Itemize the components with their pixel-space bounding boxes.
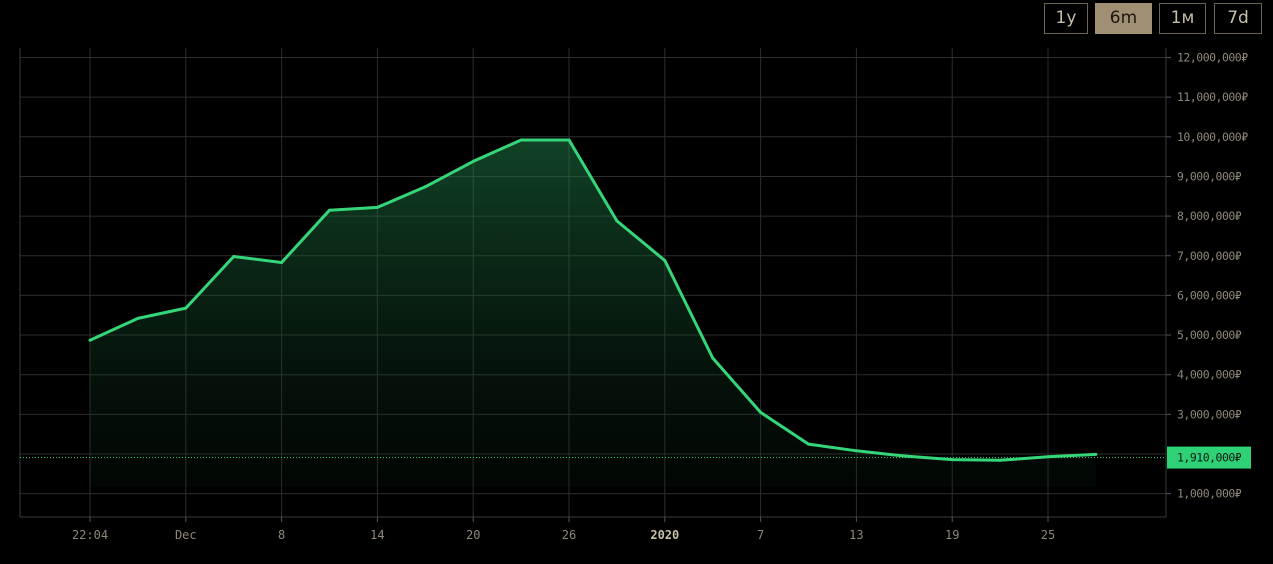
y-tick-label: 12,000,000₽ (1177, 51, 1248, 65)
price-point[interactable] (663, 259, 667, 262)
x-tick-label: Dec (175, 528, 197, 542)
y-tick-label: 3,000,000₽ (1177, 407, 1242, 421)
price-point[interactable] (280, 261, 284, 264)
y-axis-ticks: 1,000,000₽ 3,000,000₽ 4,000,000₽ 5,000,000₽… (1166, 51, 1249, 501)
price-point[interactable] (136, 316, 140, 320)
price-point[interactable] (854, 449, 858, 453)
chart-plot-area[interactable]: 22:04 Dec 8 14 20 26 2020 7 13 19 25 1,000,000₽ 3,0… (0, 0, 1273, 564)
y-tick-label: 1,000,000₽ (1177, 487, 1242, 501)
x-tick-label: 2020 (650, 528, 679, 542)
y-tick-label: 8,000,000₽ (1177, 209, 1242, 223)
x-tick-label: 19 (945, 528, 959, 542)
price-point[interactable] (759, 410, 763, 414)
price-point[interactable] (1094, 452, 1098, 456)
price-point[interactable] (711, 356, 715, 360)
y-tick-label: 4,000,000₽ (1177, 368, 1242, 382)
current-value-label: 1,910,000₽ (1177, 451, 1242, 465)
x-tick-label: 8 (278, 528, 285, 542)
y-tick-label: 7,000,000₽ (1177, 249, 1242, 263)
price-point[interactable] (88, 338, 92, 342)
price-chart: 1y 6m 1м 7d 22:04 Dec 8 14 20 26 2020 7 13 19 25 1… (0, 0, 1273, 564)
price-point[interactable] (567, 138, 571, 142)
x-tick-label: 13 (849, 528, 863, 542)
y-tick-label: 9,000,000₽ (1177, 169, 1242, 183)
x-tick-label: 14 (370, 528, 384, 542)
price-point[interactable] (232, 255, 236, 258)
price-point[interactable] (375, 205, 379, 209)
y-tick-label: 10,000,000₽ (1177, 130, 1248, 144)
price-area (88, 138, 1098, 487)
price-point[interactable] (807, 442, 810, 446)
price-point[interactable] (184, 306, 188, 310)
price-point[interactable] (423, 185, 427, 189)
x-tick-label: 26 (562, 528, 576, 542)
x-axis-ticks: 22:04 Dec 8 14 20 26 2020 7 13 19 25 (72, 517, 1055, 542)
price-point[interactable] (950, 458, 954, 462)
price-point[interactable] (471, 159, 475, 163)
x-tick-label: 25 (1041, 528, 1055, 542)
price-point[interactable] (615, 219, 619, 223)
x-tick-label: 7 (757, 528, 764, 542)
price-point[interactable] (519, 138, 523, 142)
price-point[interactable] (902, 454, 906, 458)
x-tick-label: 22:04 (72, 528, 108, 542)
x-tick-label: 20 (466, 528, 480, 542)
price-point[interactable] (998, 458, 1002, 462)
y-tick-label: 5,000,000₽ (1177, 328, 1242, 342)
y-tick-label: 6,000,000₽ (1177, 288, 1242, 302)
price-point[interactable] (328, 208, 331, 212)
y-tick-label: 11,000,000₽ (1177, 90, 1248, 104)
price-area-fill (90, 140, 1096, 487)
